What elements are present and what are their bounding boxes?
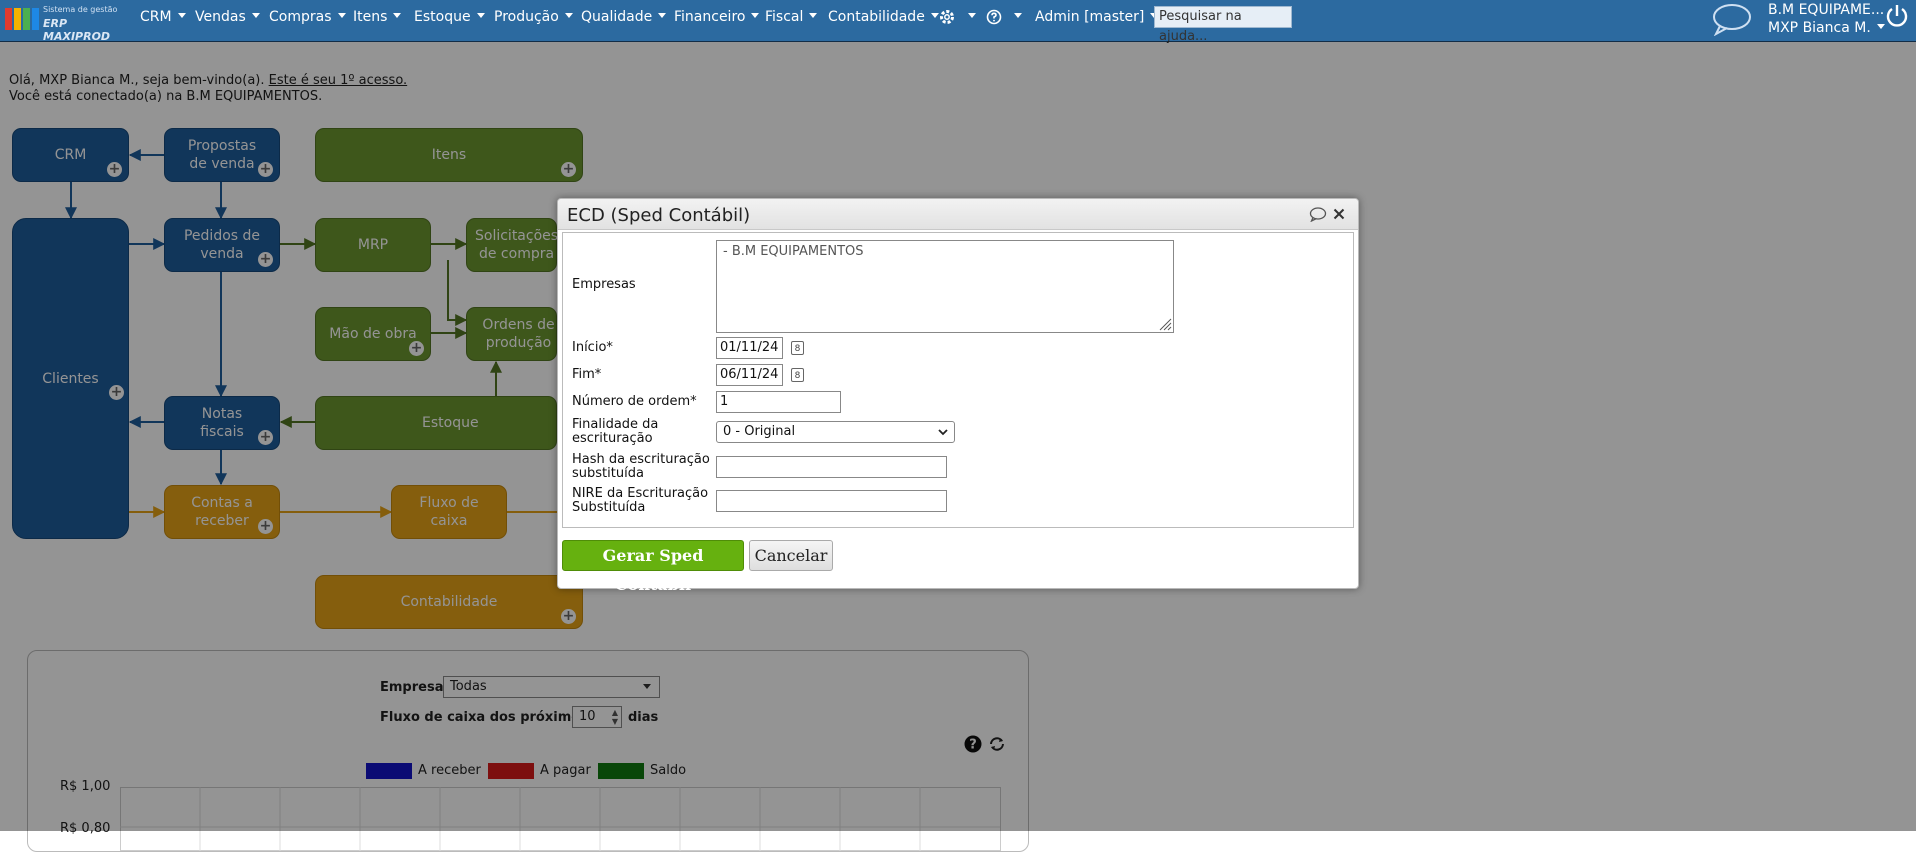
- fim-date-input[interactable]: 06/11/24: [716, 364, 783, 386]
- close-icon[interactable]: [1333, 208, 1345, 220]
- dialog-header[interactable]: ECD (Sped Contábil): [558, 199, 1358, 230]
- inicio-date-input[interactable]: 01/11/24: [716, 337, 783, 359]
- numero-ordem-input[interactable]: 1: [716, 391, 841, 413]
- numero-ordem-label: Número de ordem*: [572, 394, 697, 409]
- finalidade-select[interactable]: 0 - Original: [716, 421, 955, 443]
- generate-sped-button[interactable]: Gerar Sped Contábil: [562, 540, 744, 594]
- dialog-form: Empresas - B.M EQUIPAMENTOS Início* 01/1…: [562, 232, 1354, 528]
- cancel-button[interactable]: Cancelar: [749, 540, 833, 571]
- calendar-icon[interactable]: 8: [791, 368, 804, 382]
- fim-label: Fim*: [572, 367, 602, 382]
- label-line: Substituída: [572, 500, 646, 515]
- empresas-label: Empresas: [572, 277, 636, 292]
- ecd-dialog: ECD (Sped Contábil) Empresas - B.M EQUIP…: [557, 198, 1359, 594]
- nire-label: NIRE da Escrituração Substituída: [572, 487, 708, 515]
- chevron-down-icon: [938, 429, 948, 436]
- dialog-title: ECD (Sped Contábil): [567, 205, 751, 226]
- empresas-value: - B.M EQUIPAMENTOS: [723, 244, 864, 259]
- nire-input[interactable]: [716, 490, 947, 512]
- calendar-icon[interactable]: 8: [791, 341, 804, 355]
- hash-input[interactable]: [716, 456, 947, 478]
- empresas-textarea[interactable]: - B.M EQUIPAMENTOS: [716, 240, 1174, 333]
- resize-handle-icon[interactable]: [1158, 317, 1172, 331]
- label-line: Finalidade da: [572, 417, 659, 432]
- label-line: NIRE da Escrituração: [572, 486, 709, 501]
- label-line: escrituração: [572, 431, 653, 446]
- hash-label: Hash da escrituração substituída: [572, 453, 710, 481]
- label-line: Hash da escrituração: [572, 452, 710, 467]
- comment-icon[interactable]: [1309, 207, 1327, 222]
- inicio-label: Início*: [572, 340, 613, 355]
- finalidade-label: Finalidade da escrituração: [572, 418, 658, 446]
- label-line: substituída: [572, 466, 644, 481]
- select-value: 0 - Original: [723, 424, 796, 439]
